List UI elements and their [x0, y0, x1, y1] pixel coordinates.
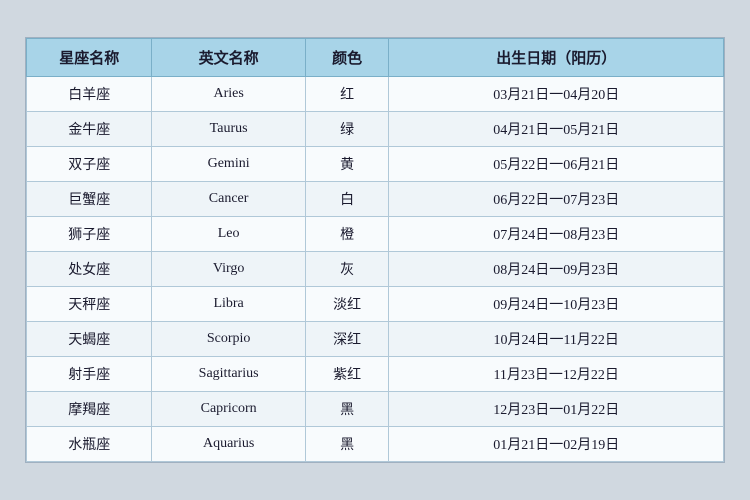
cell-chinese-name: 天蝎座	[27, 322, 152, 357]
table-row: 双子座Gemini黄05月22日一06月21日	[27, 147, 724, 182]
cell-chinese-name: 双子座	[27, 147, 152, 182]
table-row: 狮子座Leo橙07月24日一08月23日	[27, 217, 724, 252]
cell-english-name: Libra	[152, 287, 305, 322]
cell-color: 淡红	[305, 287, 389, 322]
cell-chinese-name: 摩羯座	[27, 392, 152, 427]
header-birth-date: 出生日期（阳历）	[389, 39, 724, 77]
table-row: 天蝎座Scorpio深红10月24日一11月22日	[27, 322, 724, 357]
cell-chinese-name: 金牛座	[27, 112, 152, 147]
table-row: 巨蟹座Cancer白06月22日一07月23日	[27, 182, 724, 217]
cell-chinese-name: 狮子座	[27, 217, 152, 252]
cell-dates: 05月22日一06月21日	[389, 147, 724, 182]
cell-color: 灰	[305, 252, 389, 287]
cell-chinese-name: 白羊座	[27, 77, 152, 112]
cell-english-name: Scorpio	[152, 322, 305, 357]
header-english-name: 英文名称	[152, 39, 305, 77]
cell-english-name: Leo	[152, 217, 305, 252]
cell-color: 绿	[305, 112, 389, 147]
table-row: 处女座Virgo灰08月24日一09月23日	[27, 252, 724, 287]
table-row: 天秤座Libra淡红09月24日一10月23日	[27, 287, 724, 322]
cell-dates: 04月21日一05月21日	[389, 112, 724, 147]
zodiac-table-container: 星座名称 英文名称 颜色 出生日期（阳历） 白羊座Aries红03月21日一04…	[25, 37, 725, 463]
cell-color: 紫红	[305, 357, 389, 392]
cell-color: 黑	[305, 392, 389, 427]
cell-dates: 07月24日一08月23日	[389, 217, 724, 252]
header-chinese-name: 星座名称	[27, 39, 152, 77]
cell-english-name: Aquarius	[152, 427, 305, 462]
cell-english-name: Cancer	[152, 182, 305, 217]
cell-color: 深红	[305, 322, 389, 357]
cell-english-name: Sagittarius	[152, 357, 305, 392]
cell-chinese-name: 巨蟹座	[27, 182, 152, 217]
cell-dates: 03月21日一04月20日	[389, 77, 724, 112]
cell-dates: 10月24日一11月22日	[389, 322, 724, 357]
cell-dates: 11月23日一12月22日	[389, 357, 724, 392]
cell-color: 黄	[305, 147, 389, 182]
cell-color: 黑	[305, 427, 389, 462]
cell-dates: 09月24日一10月23日	[389, 287, 724, 322]
cell-dates: 12月23日一01月22日	[389, 392, 724, 427]
cell-dates: 08月24日一09月23日	[389, 252, 724, 287]
cell-english-name: Gemini	[152, 147, 305, 182]
cell-chinese-name: 处女座	[27, 252, 152, 287]
cell-chinese-name: 射手座	[27, 357, 152, 392]
table-row: 白羊座Aries红03月21日一04月20日	[27, 77, 724, 112]
cell-english-name: Capricorn	[152, 392, 305, 427]
cell-color: 白	[305, 182, 389, 217]
zodiac-table: 星座名称 英文名称 颜色 出生日期（阳历） 白羊座Aries红03月21日一04…	[26, 38, 724, 462]
table-body: 白羊座Aries红03月21日一04月20日金牛座Taurus绿04月21日一0…	[27, 77, 724, 462]
cell-chinese-name: 天秤座	[27, 287, 152, 322]
header-color: 颜色	[305, 39, 389, 77]
table-row: 摩羯座Capricorn黑12月23日一01月22日	[27, 392, 724, 427]
table-header-row: 星座名称 英文名称 颜色 出生日期（阳历）	[27, 39, 724, 77]
cell-dates: 01月21日一02月19日	[389, 427, 724, 462]
cell-color: 橙	[305, 217, 389, 252]
table-row: 射手座Sagittarius紫红11月23日一12月22日	[27, 357, 724, 392]
cell-chinese-name: 水瓶座	[27, 427, 152, 462]
table-row: 金牛座Taurus绿04月21日一05月21日	[27, 112, 724, 147]
table-row: 水瓶座Aquarius黑01月21日一02月19日	[27, 427, 724, 462]
cell-dates: 06月22日一07月23日	[389, 182, 724, 217]
cell-english-name: Taurus	[152, 112, 305, 147]
cell-color: 红	[305, 77, 389, 112]
cell-english-name: Aries	[152, 77, 305, 112]
cell-english-name: Virgo	[152, 252, 305, 287]
